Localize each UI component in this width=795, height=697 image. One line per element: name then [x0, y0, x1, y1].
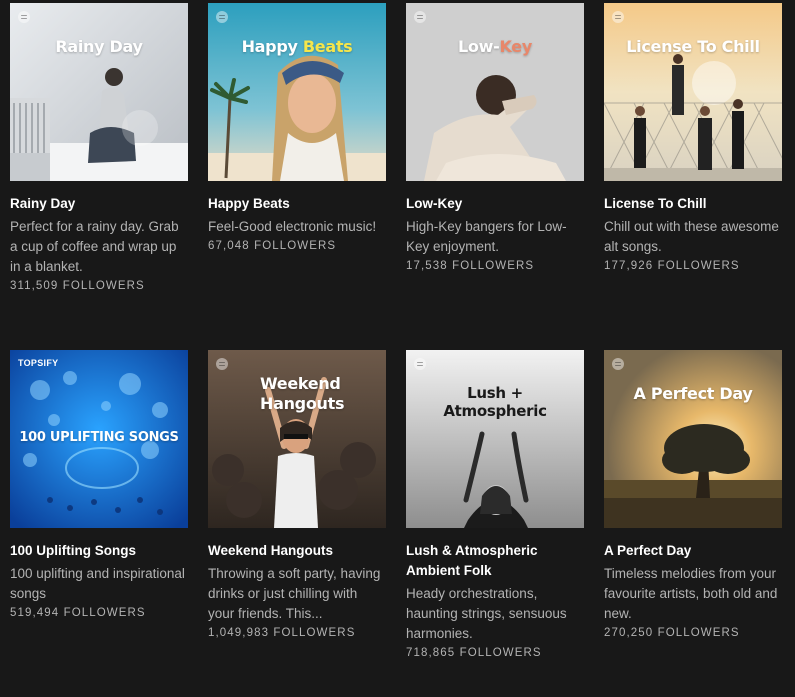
cover-title-main: Low- [458, 37, 500, 56]
spotify-logo-icon [612, 358, 624, 370]
playlist-name[interactable]: Rainy Day [10, 194, 188, 214]
playlist-cover-image[interactable]: Rainy Day [10, 3, 188, 181]
cover-title: Rainy Day [55, 37, 143, 56]
playlist-name[interactable]: Weekend Hangouts [208, 541, 386, 561]
cover-title-main: Happy [241, 37, 298, 56]
cover-title: A Perfect Day [633, 384, 753, 403]
playlist-description: High-Key bangers for Low-Key enjoyment. [406, 219, 567, 254]
playlist-description: Perfect for a rainy day. Grab a cup of c… [10, 219, 179, 274]
cover-title: Weekend Hangouts [260, 374, 345, 413]
cover-title: License To Chill [626, 37, 760, 56]
playlist-card[interactable]: Rainy Day Rainy Day Perfect for a rainy … [10, 3, 188, 350]
playlist-cover-image[interactable]: License To Chill [604, 3, 782, 181]
playlist-name[interactable]: Low-Key [406, 194, 584, 214]
follower-count: 311,509 FOLLOWERS [10, 280, 145, 292]
playlist-cover-image[interactable]: A Perfect Day [604, 350, 782, 528]
cover-title-accent: Beats [302, 37, 353, 56]
spotify-logo-icon [414, 11, 426, 23]
playlist-description: Feel-Good electronic music! [208, 219, 377, 234]
follower-count: 1,049,983 FOLLOWERS [208, 627, 356, 639]
playlist-card[interactable]: Weekend Hangouts Weekend Hangouts Throwi… [208, 350, 386, 697]
playlist-card[interactable]: A Perfect Day A Perfect Day Timeless mel… [604, 350, 782, 697]
playlist-card[interactable]: Happy Beats Happy Beats Feel-Good electr… [208, 3, 386, 350]
playlist-name[interactable]: License To Chill [604, 194, 782, 214]
playlist-name[interactable]: A Perfect Day [604, 541, 782, 561]
playlist-grid: Rainy Day Rainy Day Perfect for a rainy … [10, 3, 790, 697]
playlist-card[interactable]: License To Chill License To Chill Chill … [604, 3, 782, 350]
follower-count: 67,048 FOLLOWERS [208, 240, 337, 252]
follower-count: 17,538 FOLLOWERS [406, 260, 535, 272]
playlist-description: Heady orchestrations, haunting strings, … [406, 586, 567, 641]
playlist-cover-image[interactable]: Happy Beats [208, 3, 386, 181]
playlist-card[interactable]: Lush + Atmospheric Lush & Atmospheric Am… [406, 350, 584, 697]
topsify-brand-label: TOPSIFY [18, 358, 59, 368]
follower-count: 718,865 FOLLOWERS [406, 647, 542, 659]
playlist-name[interactable]: 100 Uplifting Songs [10, 541, 188, 561]
follower-count: 519,494 FOLLOWERS [10, 607, 146, 619]
cover-title: 100 UPLIFTING SONGS [19, 430, 179, 445]
playlist-description: Throwing a soft party, having drinks or … [208, 566, 381, 621]
playlist-cover-image[interactable]: TOPSIFY 100 UPLIFTING SONGS [10, 350, 188, 528]
playlist-cover-image[interactable]: Weekend Hangouts [208, 350, 386, 528]
follower-count: 270,250 FOLLOWERS [604, 627, 740, 639]
spotify-logo-icon [216, 11, 228, 23]
playlist-description: Chill out with these awesome alt songs. [604, 219, 779, 254]
playlist-cover-image[interactable]: Low-Key [406, 3, 584, 181]
playlist-card[interactable]: Low-Key Low-Key High-Key bangers for Low… [406, 3, 584, 350]
cover-title: Lush + Atmospheric [443, 384, 547, 420]
playlist-description: 100 uplifting and inspirational songs [10, 566, 185, 601]
follower-count: 177,926 FOLLOWERS [604, 260, 740, 272]
spotify-logo-icon [18, 11, 30, 23]
playlist-description: Timeless melodies from your favourite ar… [604, 566, 778, 621]
cover-title-accent: Key [499, 37, 532, 56]
spotify-logo-icon [216, 358, 228, 370]
playlist-name[interactable]: Lush & Atmospheric Ambient Folk [406, 541, 584, 581]
playlist-name[interactable]: Happy Beats [208, 194, 386, 214]
spotify-logo-icon [612, 11, 624, 23]
playlist-cover-image[interactable]: Lush + Atmospheric [406, 350, 584, 528]
spotify-logo-icon [414, 358, 426, 370]
playlist-card[interactable]: TOPSIFY 100 UPLIFTING SONGS 100 Upliftin… [10, 350, 188, 697]
cover-title: Low-Key [406, 37, 584, 56]
cover-title: Happy Beats [208, 37, 386, 56]
